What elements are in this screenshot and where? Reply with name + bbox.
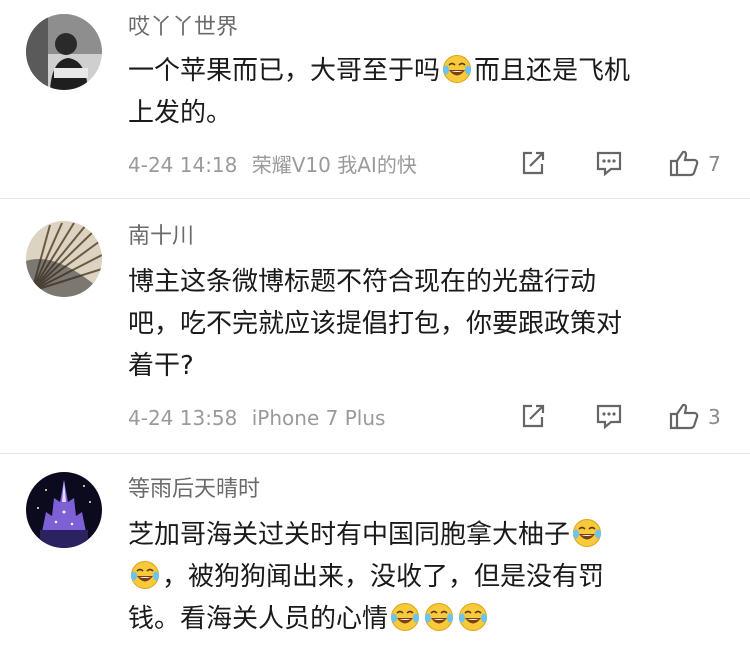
thumbs-up-icon <box>669 150 699 177</box>
comment-item: 哎丫丫世界 一个苹果而已，大哥至于吗 而且还是飞机 上发的。 4-24 14:18… <box>0 0 750 196</box>
text-line: 博主这条微博标题不符合现在的光盘行动 <box>128 261 718 303</box>
text-segment: 吧，吃不完就应该提倡打包，你要跟政策对 <box>128 309 623 339</box>
comment-button[interactable] <box>594 401 624 435</box>
text-line: 一个苹果而已，大哥至于吗 而且还是飞机 <box>128 50 718 92</box>
laughing-crying-emoji <box>391 603 420 631</box>
comment-icon <box>596 151 622 177</box>
avatar[interactable] <box>26 221 102 297</box>
username[interactable]: 等雨后天晴时 <box>128 476 260 504</box>
comment-meta: 4-24 13:58 iPhone 7 Plus <box>128 405 393 431</box>
comment-meta: 4-24 14:18 荣耀V10 我AI的快 <box>128 152 425 178</box>
text-segment: 着干? <box>128 351 194 381</box>
laughing-crying-emoji <box>443 55 472 83</box>
comment-actions: 7 <box>514 148 734 182</box>
timestamp: 4-24 14:18 <box>128 153 238 177</box>
text-segment: 博主这条微博标题不符合现在的光盘行动 <box>128 267 597 297</box>
avatar[interactable] <box>26 472 102 548</box>
like-button[interactable]: 7 <box>668 148 721 182</box>
share-icon <box>522 404 545 428</box>
text-segment: 上发的。 <box>128 98 233 128</box>
avatar[interactable] <box>26 14 102 90</box>
text-line: 上发的。 <box>128 92 718 134</box>
device-source: iPhone 7 Plus <box>251 406 386 430</box>
comment-actions: 3 <box>514 401 734 435</box>
comment-text: 一个苹果而已，大哥至于吗 而且还是飞机 上发的。 <box>128 50 718 134</box>
laughing-crying-emoji <box>573 519 602 547</box>
like-count: 3 <box>708 405 721 429</box>
laughing-crying-emoji <box>459 603 488 631</box>
share-button[interactable] <box>518 401 548 435</box>
comment-button[interactable] <box>594 148 624 182</box>
username[interactable]: 哎丫丫世界 <box>128 14 238 42</box>
text-segment: 而且还是飞机 <box>474 56 631 86</box>
text-segment: 芝加哥海关过关时有中国同胞拿大柚子 <box>128 520 571 550</box>
text-line: 着干? <box>128 345 718 387</box>
text-line: 吧，吃不完就应该提倡打包，你要跟政策对 <box>128 303 718 345</box>
like-button[interactable]: 3 <box>668 401 721 435</box>
like-count: 7 <box>708 152 721 176</box>
text-line: ，被狗狗闻出来，没收了，但是没有罚 <box>128 556 718 598</box>
device-source: 荣耀V10 我AI的快 <box>251 153 417 177</box>
username[interactable]: 南十川 <box>128 223 194 251</box>
thumbs-up-icon <box>669 403 699 430</box>
comment-text: 芝加哥海关过关时有中国同胞拿大柚子 ，被狗狗闻出来，没收了，但是没有罚 钱。看海… <box>128 514 718 640</box>
laughing-crying-emoji <box>425 603 454 631</box>
comment-text: 博主这条微博标题不符合现在的光盘行动 吧，吃不完就应该提倡打包，你要跟政策对 着… <box>128 261 718 387</box>
text-line: 芝加哥海关过关时有中国同胞拿大柚子 <box>128 514 718 556</box>
text-segment: 钱。看海关人员的心情 <box>128 604 389 634</box>
text-segment: ，被狗狗闻出来，没收了，但是没有罚 <box>162 562 605 592</box>
comment-item: 等雨后天晴时 芝加哥海关过关时有中国同胞拿大柚子 ，被狗狗闻出来，没收了，但是没… <box>0 454 750 647</box>
share-icon <box>522 151 545 175</box>
comment-item: 南十川 博主这条微博标题不符合现在的光盘行动 吧，吃不完就应该提倡打包，你要跟政… <box>0 199 750 451</box>
comment-icon <box>596 404 622 430</box>
text-segment: 一个苹果而已，大哥至于吗 <box>128 56 441 86</box>
timestamp: 4-24 13:58 <box>128 406 238 430</box>
text-line: 钱。看海关人员的心情 <box>128 598 718 640</box>
share-button[interactable] <box>518 148 548 182</box>
laughing-crying-emoji <box>131 561 159 589</box>
